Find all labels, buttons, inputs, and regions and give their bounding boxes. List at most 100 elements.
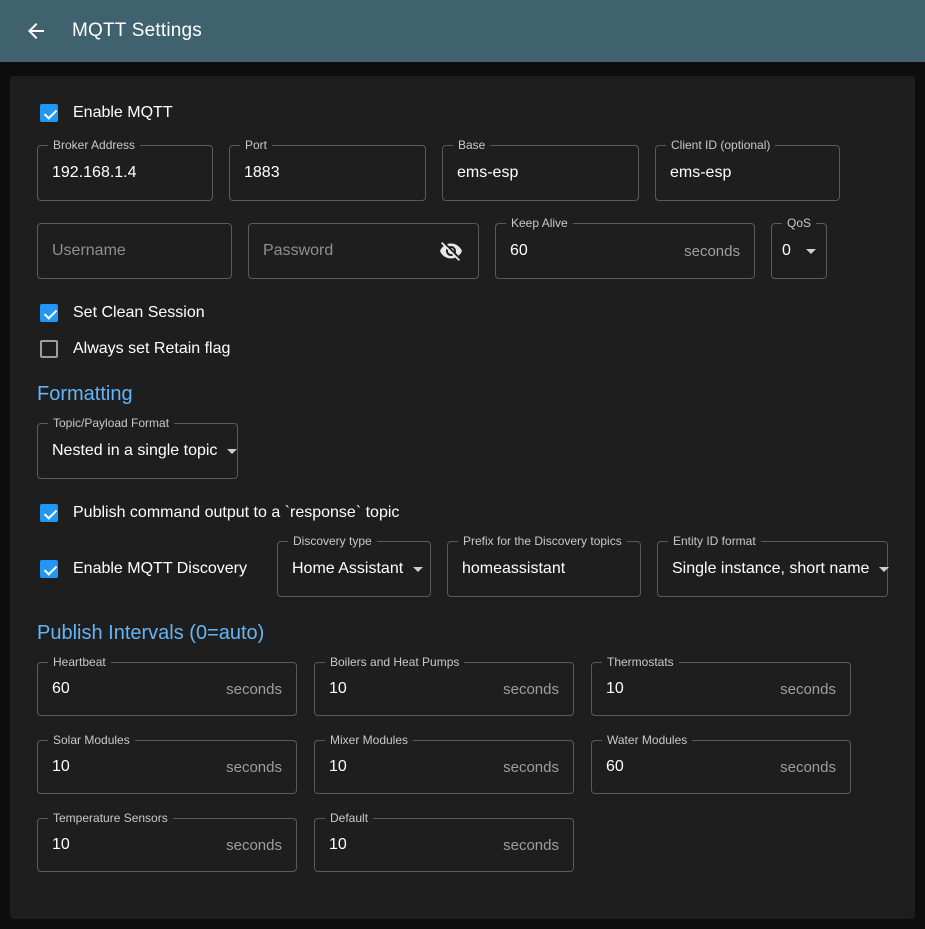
discovery-type-value: Home Assistant xyxy=(292,560,403,578)
topic-payload-format-select[interactable]: Topic/Payload Format Nested in a single … xyxy=(37,423,238,479)
solar-interval-label: Solar Modules xyxy=(48,733,135,747)
water-interval-field: Water Modules seconds xyxy=(591,740,851,794)
enable-discovery-row[interactable]: Enable MQTT Discovery xyxy=(40,560,261,578)
qos-label: QoS xyxy=(782,216,816,230)
page-title: MQTT Settings xyxy=(72,20,202,42)
mixer-interval-field: Mixer Modules seconds xyxy=(314,740,574,794)
keep-alive-field: Keep Alive seconds xyxy=(495,223,755,279)
default-interval-label: Default xyxy=(325,811,373,825)
qos-select[interactable]: QoS 0 xyxy=(771,223,827,279)
client-id-field: Client ID (optional) xyxy=(655,145,840,201)
formatting-heading: Formatting xyxy=(37,383,888,406)
temperature-sensors-interval-label: Temperature Sensors xyxy=(48,811,173,825)
connection-row-1: Broker Address Port Base Client ID (opti… xyxy=(37,145,888,201)
discovery-type-label: Discovery type xyxy=(288,534,377,548)
client-id-label: Client ID (optional) xyxy=(666,138,775,152)
default-interval-field: Default seconds xyxy=(314,818,574,872)
chevron-down-icon xyxy=(227,449,237,454)
interval-suffix: seconds xyxy=(218,837,282,854)
boilers-interval-field: Boilers and Heat Pumps seconds xyxy=(314,662,574,716)
retain-flag-row[interactable]: Always set Retain flag xyxy=(40,340,888,358)
thermostats-interval-input[interactable] xyxy=(606,680,772,698)
toggle-password-visibility-button[interactable] xyxy=(438,236,464,266)
keep-alive-input[interactable] xyxy=(510,242,676,260)
heartbeat-interval-label: Heartbeat xyxy=(48,655,111,669)
topic-payload-format-label: Topic/Payload Format xyxy=(48,416,174,430)
interval-suffix: seconds xyxy=(495,759,559,776)
chevron-down-icon xyxy=(879,567,889,572)
mixer-interval-input[interactable] xyxy=(329,758,495,776)
discovery-prefix-field: Prefix for the Discovery topics xyxy=(447,541,641,597)
settings-card: Enable MQTT Broker Address Port Base Cli… xyxy=(10,76,915,919)
boilers-interval-input[interactable] xyxy=(329,680,495,698)
client-id-input[interactable] xyxy=(670,164,825,182)
chevron-down-icon xyxy=(806,249,816,254)
port-label: Port xyxy=(240,138,272,152)
discovery-row: Enable MQTT Discovery Discovery type Hom… xyxy=(37,541,888,597)
interval-suffix: seconds xyxy=(218,759,282,776)
enable-discovery-label: Enable MQTT Discovery xyxy=(73,560,247,578)
thermostats-interval-field: Thermostats seconds xyxy=(591,662,851,716)
water-interval-label: Water Modules xyxy=(602,733,692,747)
clean-session-row[interactable]: Set Clean Session xyxy=(40,304,888,322)
discovery-prefix-label: Prefix for the Discovery topics xyxy=(458,534,627,548)
arrow-left-icon xyxy=(24,19,48,43)
interval-suffix: seconds xyxy=(218,681,282,698)
publish-response-checkbox[interactable] xyxy=(40,504,58,522)
discovery-type-select[interactable]: Discovery type Home Assistant xyxy=(277,541,431,597)
entity-id-format-label: Entity ID format xyxy=(668,534,761,548)
solar-interval-input[interactable] xyxy=(52,758,218,776)
default-interval-input[interactable] xyxy=(329,836,495,854)
publish-response-row[interactable]: Publish command output to a `response` t… xyxy=(40,504,888,522)
boilers-interval-label: Boilers and Heat Pumps xyxy=(325,655,464,669)
solar-interval-field: Solar Modules seconds xyxy=(37,740,297,794)
port-field: Port xyxy=(229,145,426,201)
username-field xyxy=(37,223,232,279)
publish-intervals-grid: Heartbeat seconds Boilers and Heat Pumps… xyxy=(37,662,888,872)
base-input[interactable] xyxy=(457,164,624,182)
base-field: Base xyxy=(442,145,639,201)
retain-flag-label: Always set Retain flag xyxy=(73,340,230,358)
base-label: Base xyxy=(453,138,490,152)
back-button[interactable] xyxy=(14,9,58,53)
water-interval-input[interactable] xyxy=(606,758,772,776)
mixer-interval-label: Mixer Modules xyxy=(325,733,413,747)
interval-suffix: seconds xyxy=(495,837,559,854)
password-input[interactable] xyxy=(263,242,438,260)
clean-session-label: Set Clean Session xyxy=(73,304,205,322)
enable-mqtt-label: Enable MQTT xyxy=(73,104,173,122)
interval-suffix: seconds xyxy=(772,759,836,776)
publish-intervals-heading: Publish Intervals (0=auto) xyxy=(37,622,888,645)
app-bar: MQTT Settings xyxy=(0,0,925,62)
topic-payload-format-value: Nested in a single topic xyxy=(52,442,217,460)
keep-alive-suffix: seconds xyxy=(676,243,740,260)
temperature-sensors-interval-input[interactable] xyxy=(52,836,218,854)
temperature-sensors-interval-field: Temperature Sensors seconds xyxy=(37,818,297,872)
broker-address-label: Broker Address xyxy=(48,138,140,152)
enable-mqtt-row[interactable]: Enable MQTT xyxy=(40,104,888,122)
entity-id-format-value: Single instance, short name xyxy=(672,560,869,578)
username-input[interactable] xyxy=(52,242,217,260)
entity-id-format-select[interactable]: Entity ID format Single instance, short … xyxy=(657,541,888,597)
clean-session-checkbox[interactable] xyxy=(40,304,58,322)
topic-format-row: Topic/Payload Format Nested in a single … xyxy=(37,423,888,479)
retain-flag-checkbox[interactable] xyxy=(40,340,58,358)
heartbeat-interval-input[interactable] xyxy=(52,680,218,698)
port-input[interactable] xyxy=(244,164,411,182)
heartbeat-interval-field: Heartbeat seconds xyxy=(37,662,297,716)
interval-suffix: seconds xyxy=(495,681,559,698)
keep-alive-label: Keep Alive xyxy=(506,216,573,230)
broker-address-input[interactable] xyxy=(52,164,198,182)
broker-address-field: Broker Address xyxy=(37,145,213,201)
qos-value: 0 xyxy=(782,242,791,260)
interval-suffix: seconds xyxy=(772,681,836,698)
password-field xyxy=(248,223,479,279)
publish-response-label: Publish command output to a `response` t… xyxy=(73,504,399,522)
enable-mqtt-checkbox[interactable] xyxy=(40,104,58,122)
thermostats-interval-label: Thermostats xyxy=(602,655,679,669)
eye-off-icon xyxy=(439,239,463,263)
connection-row-2: Keep Alive seconds QoS 0 xyxy=(37,223,888,279)
discovery-prefix-input[interactable] xyxy=(462,560,626,578)
enable-discovery-checkbox[interactable] xyxy=(40,560,58,578)
chevron-down-icon xyxy=(413,567,423,572)
